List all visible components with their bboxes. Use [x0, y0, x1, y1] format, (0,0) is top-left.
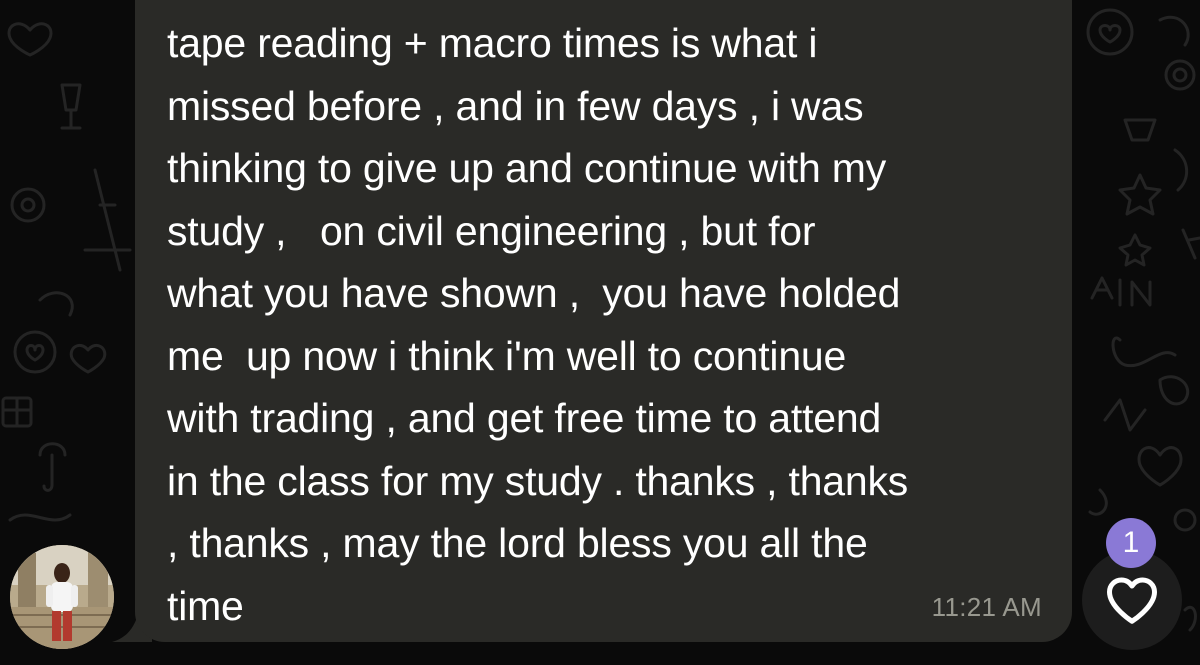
avatar[interactable] [10, 545, 114, 649]
reaction-count-badge: 1 [1106, 518, 1156, 568]
message-text: tape reading + macro times is what i mis… [167, 20, 909, 629]
message-timestamp: 11:21 AM [931, 592, 1042, 622]
heart-outline-icon [1102, 570, 1162, 630]
